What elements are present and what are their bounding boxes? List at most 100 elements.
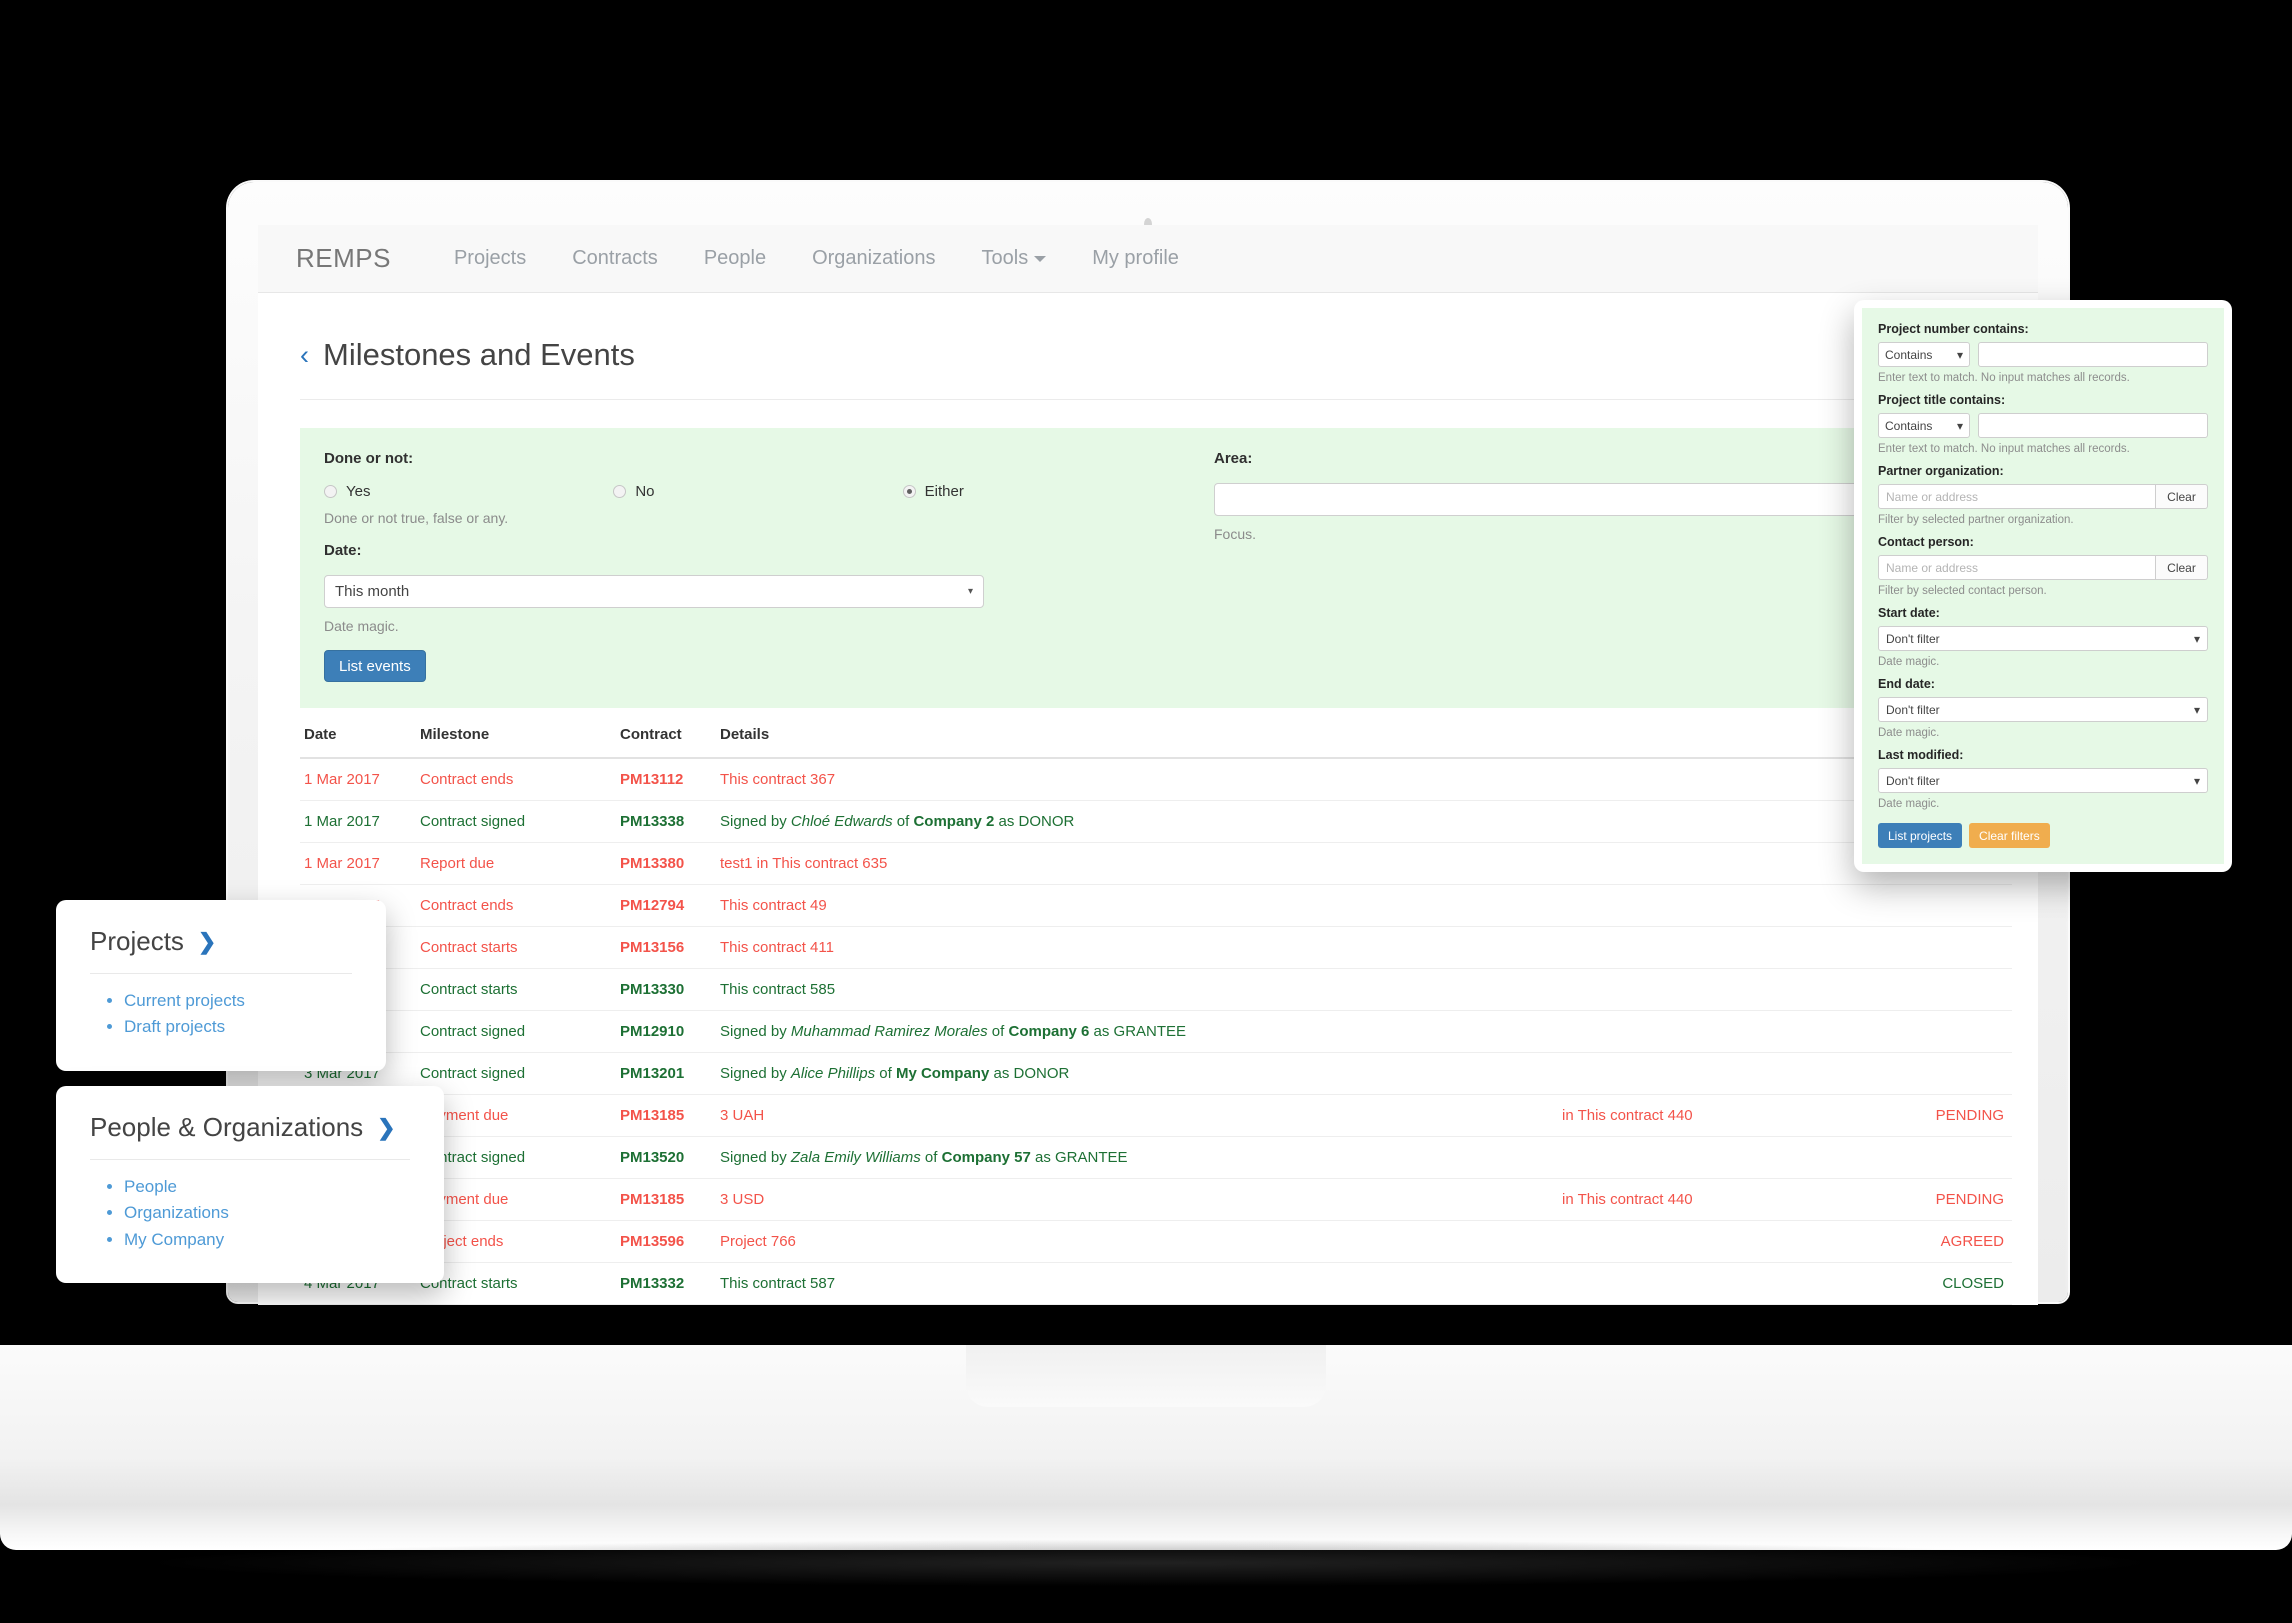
table-row[interactable]: 4 Mar 2017Payment duePM131853 USDin This… — [300, 1178, 2012, 1221]
back-chevron-icon[interactable]: ‹ — [300, 341, 309, 369]
list-projects-button[interactable]: List projects — [1878, 823, 1963, 848]
table-row[interactable]: 3 Mar 2017Payment duePM131853 UAHin This… — [300, 1094, 2012, 1137]
list-item[interactable]: Organizations — [124, 1200, 410, 1226]
table-row[interactable]: 3 Mar 2017Contract signedPM13520Signed b… — [300, 1136, 2012, 1179]
chevron-right-icon[interactable]: ❯ — [377, 1115, 395, 1141]
cell-details: Signed by Moshe Cook of Company 36 as DO… — [720, 1304, 1562, 1305]
cell-contract[interactable]: PM12797 — [620, 1304, 720, 1305]
table-row[interactable]: 4 Mar 2017 Contract starts PM13332 This con… — [300, 1262, 2012, 1305]
table-row[interactable]: 3 Mar 2017 Contract signed PM13201 Signed b… — [300, 1052, 2012, 1095]
project-title-input[interactable] — [1978, 413, 2208, 438]
table-row[interactable]: 3 Mar 2017Contract signedPM12910Signed b… — [300, 1010, 2012, 1053]
table-row[interactable]: 4 Mar 2017Contract signedPM12797Signed b… — [300, 1304, 2012, 1305]
project-number-row: Contains ▾ — [1878, 342, 2208, 367]
project-title-operator-select[interactable]: Contains ▾ — [1878, 413, 1970, 438]
cell-contract[interactable]: PM13380 — [620, 842, 720, 885]
cell-details: This contract 411 — [720, 926, 1562, 969]
cell-details: This contract 585 — [720, 968, 1562, 1011]
radio-option-either[interactable]: Either — [902, 483, 1192, 500]
header-divider — [300, 399, 1996, 400]
page-title: Milestones and Events — [323, 337, 635, 372]
detail-person[interactable]: Muhammad Ramirez Morales — [791, 1023, 988, 1040]
end-date-select[interactable]: Don't filter ▾ — [1878, 697, 2208, 722]
card-title-people-organizations[interactable]: People & Organizations ❯ — [90, 1112, 410, 1143]
start-date-label: Start date: — [1878, 606, 1940, 620]
column-header-date[interactable]: Date — [300, 708, 420, 759]
table-row[interactable]: 3 Mar 2017Contract startsPM13330This con… — [300, 968, 2012, 1011]
column-header-milestone[interactable]: Milestone — [420, 708, 620, 759]
cell-contract[interactable]: PM13156 — [620, 926, 720, 969]
cell-contract[interactable]: PM13201 — [620, 1052, 720, 1095]
nav-item-contracts[interactable]: Contracts — [549, 247, 681, 270]
list-events-button[interactable]: List events — [324, 650, 426, 682]
table-row[interactable]: 1 Mar 2017 Contract ends PM13112 This contr… — [300, 758, 2012, 801]
cell-milestone: Contract signed — [420, 1052, 620, 1095]
column-header-details[interactable]: Details — [720, 708, 1562, 759]
column-header-contract[interactable]: Contract — [620, 708, 720, 759]
cell-contract[interactable]: PM13520 — [620, 1136, 720, 1179]
table-row[interactable]: 1 Mar 2017 Report due PM13380 test1 in This… — [300, 842, 2012, 885]
last-modified-help: Date magic. — [1878, 798, 1940, 810]
partner-organization-clear-button[interactable]: Clear — [2156, 484, 2208, 509]
cell-contract[interactable]: PM12910 — [620, 1010, 720, 1053]
operator-value: Contains — [1885, 418, 1933, 433]
app-brand[interactable]: REMPS — [296, 243, 391, 274]
table-row[interactable]: 3 Mar 2017Contract startsPM13156This con… — [300, 926, 2012, 969]
date-filter-label: Date: — [324, 542, 362, 559]
last-modified-select[interactable]: Don't filter ▾ — [1878, 768, 2208, 793]
cell-milestone: Payment due — [420, 1094, 620, 1137]
projects-filter-body: Project number contains: Contains ▾ Ente… — [1862, 308, 2224, 864]
detail-organization[interactable]: Company 2 — [913, 813, 994, 830]
detail-person[interactable]: Zala Emily Williams — [791, 1149, 921, 1166]
nav-item-projects[interactable]: Projects — [431, 247, 549, 270]
contact-person-clear-button[interactable]: Clear — [2156, 555, 2208, 580]
radio-circle-either[interactable] — [902, 485, 916, 498]
clear-filters-button[interactable]: Clear filters — [1969, 823, 2050, 848]
chevron-right-icon[interactable]: ❯ — [198, 929, 216, 955]
list-item[interactable]: My Company — [124, 1227, 410, 1253]
project-number-operator-select[interactable]: Contains ▾ — [1878, 342, 1970, 367]
list-item[interactable]: Draft projects — [124, 1014, 352, 1040]
operator-value: Contains — [1885, 347, 1933, 362]
radio-option-yes[interactable]: Yes — [324, 483, 613, 500]
people-card-list: People Organizations My Company — [90, 1174, 410, 1253]
cell-contract[interactable]: PM13332 — [620, 1262, 720, 1305]
cell-status: CLOSED — [1832, 1262, 2012, 1305]
nav-item-people[interactable]: People — [681, 247, 789, 270]
detail-organization[interactable]: Company 6 — [1008, 1023, 1089, 1040]
cell-contract[interactable]: PM13596 — [620, 1220, 720, 1263]
end-date-label: End date: — [1878, 677, 1935, 691]
detail-organization[interactable]: My Company — [896, 1065, 989, 1082]
detail-organization[interactable]: Company 57 — [942, 1149, 1031, 1166]
partner-organization-input[interactable]: Name or address — [1878, 484, 2156, 509]
cell-status — [1832, 1010, 2012, 1053]
detail-person[interactable]: Chloé Edwards — [791, 813, 893, 830]
card-title-projects[interactable]: Projects ❯ — [90, 926, 352, 957]
radio-circle-no[interactable] — [613, 485, 627, 498]
start-date-select[interactable]: Don't filter ▾ — [1878, 626, 2208, 651]
table-row[interactable]: 4 Mar 2017Project endsPM13596Project 766… — [300, 1220, 2012, 1263]
table-row[interactable]: 1 Mar 2017 Contract signed PM13338 Signed b… — [300, 800, 2012, 843]
nav-item-tools[interactable]: Tools — [959, 247, 1070, 270]
cell-contract[interactable]: PM13185 — [620, 1178, 720, 1221]
table-row[interactable]: 3 Mar 2017Contract endsPM12794This contr… — [300, 884, 2012, 927]
contact-person-input[interactable]: Name or address — [1878, 555, 2156, 580]
radio-circle-yes[interactable] — [324, 485, 337, 498]
cell-extra — [1562, 926, 1832, 969]
nav-item-organizations[interactable]: Organizations — [789, 247, 958, 270]
list-item[interactable]: People — [124, 1174, 410, 1200]
chevron-down-icon: ▾ — [2193, 773, 2200, 788]
project-number-input[interactable] — [1978, 342, 2208, 367]
nav-item-my-profile[interactable]: My profile — [1069, 247, 1202, 270]
cell-contract[interactable]: PM12794 — [620, 884, 720, 927]
cell-contract[interactable]: PM13330 — [620, 968, 720, 1011]
cell-contract[interactable]: PM13112 — [620, 758, 720, 801]
cell-milestone: Contract starts — [420, 1262, 620, 1305]
cell-contract[interactable]: PM13338 — [620, 800, 720, 843]
radio-option-no[interactable]: No — [613, 483, 902, 500]
cell-date: 4 Mar 2017 — [300, 1304, 420, 1305]
date-filter-select[interactable]: This month ▾ — [324, 575, 984, 608]
list-item[interactable]: Current projects — [124, 988, 352, 1014]
cell-contract[interactable]: PM13185 — [620, 1094, 720, 1137]
detail-person[interactable]: Alice Phillips — [791, 1065, 875, 1082]
